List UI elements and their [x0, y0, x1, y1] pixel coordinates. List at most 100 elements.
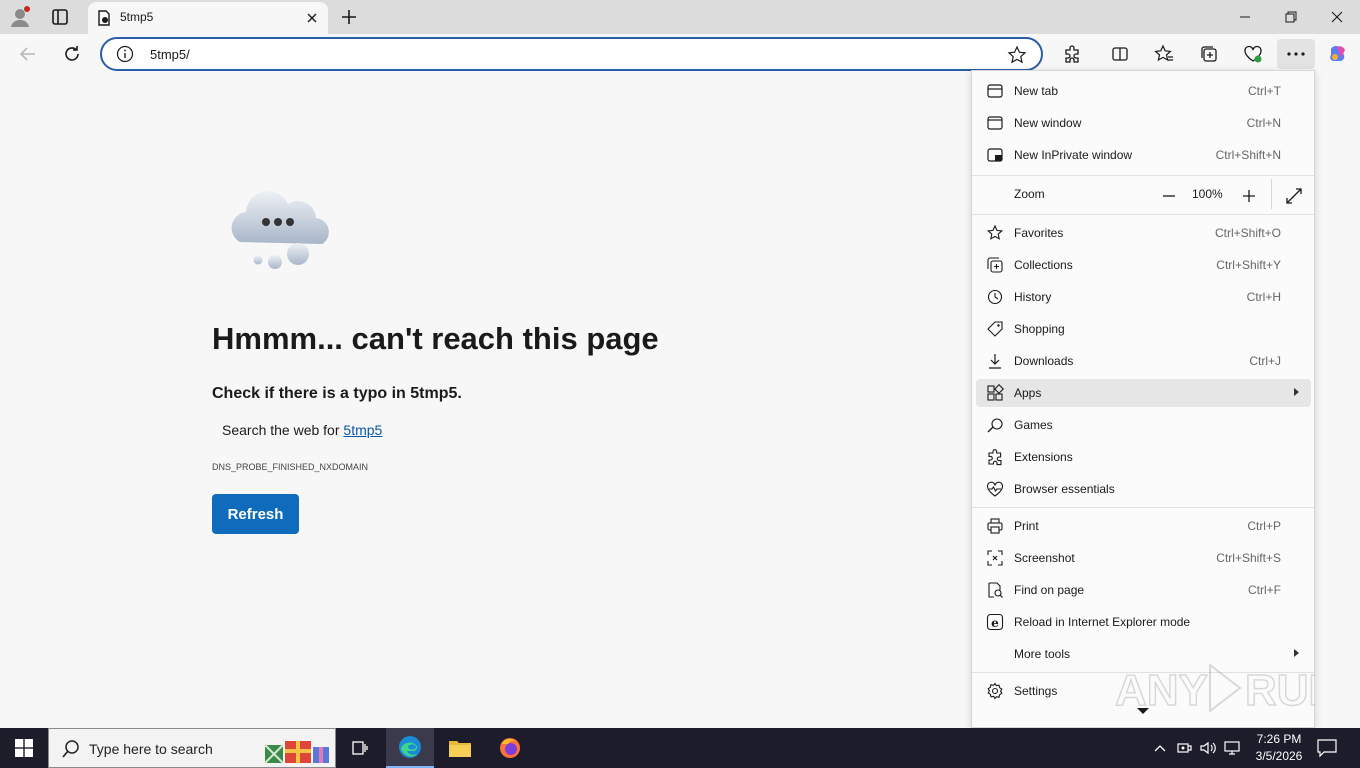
address-bar[interactable]: 5tmp5/	[100, 37, 1043, 71]
menu-item-label: Print	[1014, 519, 1039, 533]
browser-essentials-icon[interactable]	[1241, 42, 1265, 66]
zoom-divider	[1271, 179, 1272, 209]
firefox-icon[interactable]	[486, 728, 534, 768]
search-placeholder: Type here to search	[89, 741, 213, 757]
fullscreen-icon[interactable]	[1282, 184, 1306, 208]
menu-item-label: New tab	[1014, 84, 1059, 98]
search-highlight-gifts-icon	[263, 735, 331, 765]
menu-item-shopping[interactable]: Shopping	[976, 315, 1311, 343]
menu-item-label: New window	[1014, 116, 1082, 130]
star-icon	[986, 224, 1004, 242]
watermark-logo: ANY RUN	[1114, 655, 1341, 721]
menu-item-new-tab[interactable]: New tab Ctrl+T	[976, 77, 1311, 105]
history-icon	[986, 288, 1004, 306]
close-tab-icon[interactable]	[304, 10, 320, 26]
menu-item-new-inprivate-window[interactable]: New InPrivate window Ctrl+Shift+N	[976, 141, 1311, 169]
menu-item-print[interactable]: Print Ctrl+P	[976, 512, 1311, 540]
submenu-arrow-icon	[1294, 388, 1299, 396]
close-window-button[interactable]	[1314, 0, 1360, 34]
favorites-icon[interactable]	[1152, 42, 1176, 66]
menu-item-label: Extensions	[1014, 450, 1073, 464]
refresh-button[interactable]: Refresh	[212, 494, 299, 534]
search-suggestion: Search the web for 5tmp5	[222, 422, 382, 438]
profile-avatar-icon[interactable]	[8, 5, 32, 29]
menu-item-shortcut: Ctrl+F	[1248, 583, 1281, 597]
display-icon[interactable]	[1222, 738, 1242, 758]
menu-item-shortcut: Ctrl+Shift+O	[1214, 226, 1281, 240]
clock-time: 7:26 PM	[1256, 732, 1302, 746]
menu-item-label: Shopping	[1014, 322, 1065, 336]
menu-item-label: New InPrivate window	[1014, 148, 1133, 162]
zoom-in-button[interactable]	[1237, 184, 1261, 208]
new-tab-icon	[986, 82, 1004, 100]
task-view-icon[interactable]	[336, 728, 384, 768]
search-prefix: Search the web for	[222, 422, 344, 438]
menu-item-label: More tools	[1014, 647, 1071, 661]
site-info-icon[interactable]	[116, 45, 134, 63]
menu-item-apps[interactable]: Apps	[976, 379, 1311, 407]
cloud-thinking-icon	[222, 184, 336, 270]
zoom-value: 100%	[1192, 187, 1223, 201]
zoom-out-button[interactable]	[1157, 184, 1181, 208]
menu-item-collections[interactable]: Collections Ctrl+Shift+Y	[976, 251, 1311, 279]
menu-item-downloads[interactable]: Downloads Ctrl+J	[976, 347, 1311, 375]
heart-pulse-icon	[986, 480, 1004, 498]
menu-item-label: Find on page	[1014, 583, 1085, 597]
file-explorer-icon[interactable]	[436, 728, 484, 768]
toolbar: 5tmp5/	[0, 34, 1360, 74]
copilot-icon[interactable]	[1326, 42, 1350, 66]
collections-icon[interactable]	[1197, 42, 1221, 66]
menu-divider	[972, 175, 1314, 176]
split-screen-icon[interactable]	[1108, 42, 1132, 66]
search-web-link[interactable]: 5tmp5	[343, 422, 382, 438]
network-icon[interactable]	[1174, 738, 1194, 758]
volume-icon[interactable]	[1198, 738, 1218, 758]
settings-more-button[interactable]	[1277, 39, 1315, 69]
tab-title: 5tmp5	[120, 10, 154, 24]
menu-item-shortcut: Ctrl+Shift+S	[1216, 551, 1281, 565]
menu-item-ie-mode[interactable]: e Reload in Internet Explorer mode	[976, 608, 1311, 636]
address-text[interactable]: 5tmp5/	[150, 47, 190, 62]
menu-item-find-on-page[interactable]: Find on page Ctrl+F	[976, 576, 1311, 604]
menu-item-new-window[interactable]: New window Ctrl+N	[976, 109, 1311, 137]
restore-button[interactable]	[1268, 0, 1314, 34]
inprivate-icon	[986, 146, 1004, 164]
svg-text:e: e	[991, 616, 999, 630]
menu-item-extensions[interactable]: Extensions	[976, 443, 1311, 471]
taskbar-search-box[interactable]: Type here to search	[48, 728, 336, 768]
reload-icon[interactable]	[60, 42, 84, 66]
active-tab[interactable]: 5tmp5	[88, 2, 328, 34]
menu-item-shortcut: Ctrl+J	[1249, 354, 1281, 368]
find-icon	[986, 581, 1004, 599]
notification-icon[interactable]	[1316, 738, 1338, 758]
download-icon	[986, 352, 1004, 370]
minimize-button[interactable]	[1222, 0, 1268, 34]
taskbar-clock[interactable]: 7:26 PM 3/5/2026	[1244, 731, 1314, 765]
menu-item-label: Games	[1014, 418, 1053, 432]
menu-item-label: Favorites	[1014, 226, 1064, 240]
search-icon	[61, 739, 81, 759]
new-tab-button[interactable]	[338, 6, 360, 28]
menu-item-screenshot[interactable]: Screenshot Ctrl+Shift+S	[976, 544, 1311, 572]
error-code: DNS_PROBE_FINISHED_NXDOMAIN	[212, 462, 369, 472]
menu-item-browser-essentials[interactable]: Browser essentials	[976, 475, 1311, 503]
gear-icon	[986, 682, 1004, 700]
extensions-puzzle-icon[interactable]	[1060, 42, 1084, 66]
menu-item-shortcut: Ctrl+T	[1248, 84, 1281, 98]
menu-item-favorites[interactable]: Favorites Ctrl+Shift+O	[976, 219, 1311, 247]
ie-icon: e	[986, 613, 1004, 631]
zoom-label: Zoom	[1014, 187, 1045, 201]
edge-browser-icon[interactable]	[386, 728, 434, 768]
windows-start-icon[interactable]	[0, 728, 48, 768]
back-arrow-icon[interactable]	[16, 42, 40, 66]
menu-item-label: Downloads	[1014, 354, 1074, 368]
menu-item-history[interactable]: History Ctrl+H	[976, 283, 1311, 311]
menu-item-games[interactable]: Games	[976, 411, 1311, 439]
games-icon	[986, 416, 1004, 434]
clock-date: 3/5/2026	[1255, 749, 1303, 763]
tab-actions-icon[interactable]	[48, 5, 72, 29]
menu-item-label: Screenshot	[1014, 551, 1075, 565]
chevron-up-icon[interactable]	[1150, 738, 1170, 758]
menu-item-label: Collections	[1014, 258, 1073, 272]
favorite-star-icon[interactable]	[1007, 45, 1027, 65]
